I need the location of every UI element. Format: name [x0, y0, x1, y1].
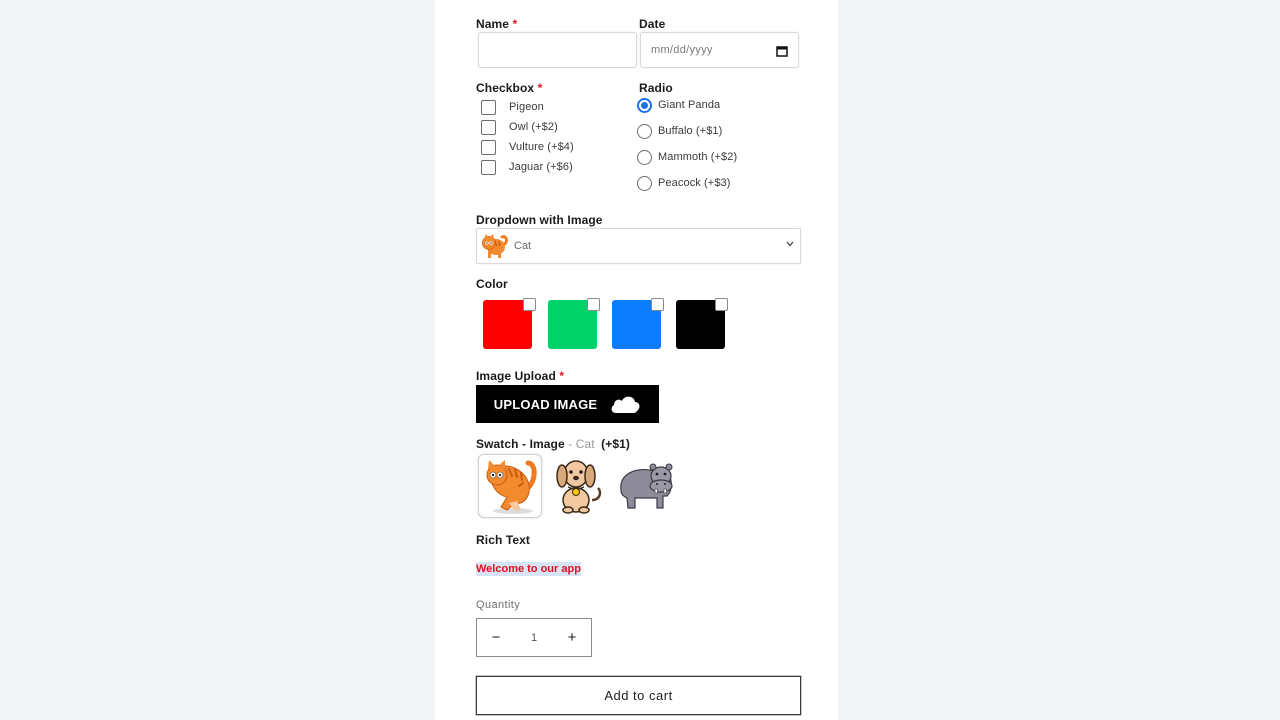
radio-button[interactable]: [637, 123, 652, 139]
radio-option-buffalo[interactable]: Buffalo (+$1): [637, 118, 737, 144]
checkbox[interactable]: [481, 159, 496, 175]
date-label: Date: [639, 17, 666, 31]
quantity-input[interactable]: 1: [531, 632, 537, 644]
radio-option-peacock[interactable]: Peacock (+$3): [637, 170, 737, 196]
swatch-price: (+$1): [601, 437, 631, 451]
quantity-stepper: − 1 +: [476, 618, 592, 657]
required-mark: *: [537, 81, 543, 95]
swatch-selected-name: Cat: [575, 437, 595, 451]
checkbox-option-label: Owl (+$2): [509, 121, 558, 133]
name-input[interactable]: [478, 32, 637, 68]
radio-button[interactable]: [637, 149, 652, 165]
checkbox[interactable]: [481, 119, 496, 135]
cloud-icon: [609, 394, 641, 414]
checkbox-option-label: Vulture (+$4): [509, 141, 574, 153]
checkbox-option-label: Pigeon: [509, 101, 544, 113]
chevron-down-icon: [786, 239, 794, 250]
rich-text-content: Welcome to our app: [476, 559, 581, 577]
color-checkbox-black[interactable]: [715, 298, 728, 311]
quantity-increase-button[interactable]: +: [553, 629, 591, 646]
checkbox-group: Pigeon Owl (+$2) Vulture (+$4) Jaguar (+…: [481, 97, 574, 177]
quantity-label: Quantity: [476, 599, 521, 611]
swatch-image-dog[interactable]: [546, 454, 610, 518]
name-label-text: Name: [476, 17, 510, 31]
color-checkbox-red[interactable]: [523, 298, 536, 311]
swatch-image-cat[interactable]: [478, 454, 542, 518]
color-label: Color: [476, 277, 508, 291]
radio-button[interactable]: [637, 97, 652, 113]
hippo-icon: [620, 463, 673, 509]
color-checkbox-green[interactable]: [587, 298, 600, 311]
swatch-image-group: [478, 453, 688, 519]
dropdown-label: Dropdown with Image: [476, 213, 603, 227]
radio-option-label: Mammoth (+$2): [658, 151, 738, 163]
checkbox-label: Checkbox *: [476, 81, 542, 95]
product-form-page: Name * Date mm/dd/yyyy Checkbox * Pigeon…: [435, 0, 838, 720]
radio-option-label: Peacock (+$3): [658, 177, 731, 189]
rich-text-label: Rich Text: [476, 533, 531, 547]
dog-icon: [556, 460, 602, 514]
name-label: Name *: [476, 17, 517, 31]
checkbox-option-vulture[interactable]: Vulture (+$4): [481, 137, 574, 157]
quantity-decrease-button[interactable]: −: [477, 629, 515, 646]
calendar-icon[interactable]: [776, 44, 788, 62]
swatch-image-label-text: Swatch - Image: [476, 437, 565, 451]
checkbox-option-pigeon[interactable]: Pigeon: [481, 97, 574, 117]
upload-image-button-label: UPLOAD IMAGE: [493, 396, 598, 412]
cat-icon: [480, 231, 510, 261]
cat-icon: [486, 460, 537, 514]
radio-option-giant-panda[interactable]: Giant Panda: [637, 92, 737, 118]
checkbox[interactable]: [481, 99, 496, 115]
required-mark: *: [512, 17, 518, 31]
radio-option-label: Giant Panda: [658, 99, 721, 111]
date-input[interactable]: mm/dd/yyyy: [640, 32, 799, 68]
radio-option-mammoth[interactable]: Mammoth (+$2): [637, 144, 737, 170]
image-upload-label: Image Upload *: [476, 369, 564, 383]
radio-group: Giant Panda Buffalo (+$1) Mammoth (+$2) …: [637, 92, 737, 196]
swatch-image-label: Swatch - Image - Cat (+$1): [476, 437, 630, 451]
color-swatch-group: [483, 298, 728, 351]
add-to-cart-label: Add to cart: [604, 688, 673, 703]
image-upload-label-text: Image Upload: [476, 369, 556, 383]
color-checkbox-blue[interactable]: [651, 298, 664, 311]
checkbox-label-text: Checkbox: [476, 81, 535, 95]
add-to-cart-button[interactable]: Add to cart: [476, 676, 801, 715]
required-mark: *: [559, 369, 565, 383]
checkbox-option-jaguar[interactable]: Jaguar (+$6): [481, 157, 574, 177]
checkbox-option-owl[interactable]: Owl (+$2): [481, 117, 574, 137]
checkbox-option-label: Jaguar (+$6): [509, 161, 573, 173]
radio-option-label: Buffalo (+$1): [658, 125, 723, 137]
checkbox[interactable]: [481, 139, 496, 155]
swatch-separator: -: [564, 437, 576, 451]
upload-image-button[interactable]: UPLOAD IMAGE: [476, 385, 659, 423]
swatch-image-hippo[interactable]: [615, 454, 679, 518]
dropdown-select[interactable]: Cat: [476, 228, 801, 264]
dropdown-selected-value: Cat: [514, 240, 532, 252]
date-placeholder: mm/dd/yyyy: [651, 44, 713, 56]
radio-button[interactable]: [637, 175, 652, 191]
rich-text-highlighted: Welcome to our app: [476, 562, 581, 576]
